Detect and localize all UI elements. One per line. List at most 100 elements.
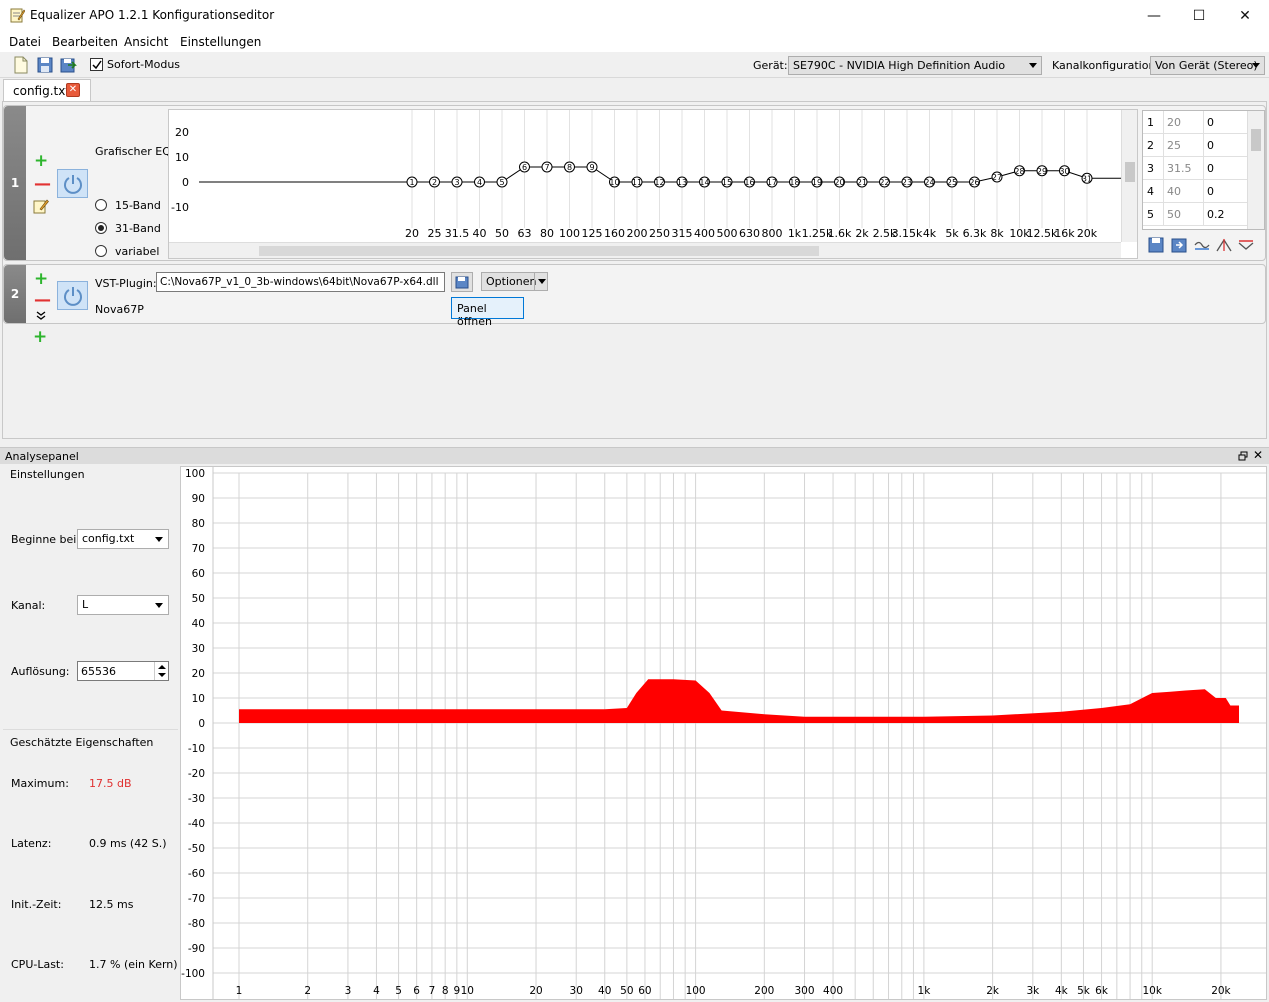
spin-up-icon[interactable]: [158, 665, 166, 669]
resolution-spinbox[interactable]: 65536: [77, 661, 169, 681]
menu-bearbeiten[interactable]: Bearbeiten: [52, 35, 118, 49]
eq-graph[interactable]: 20 10 0 -10 20 25 31.5 40 50 63 80 100 125 160 200 250 3…: [168, 109, 1138, 259]
edit-icon[interactable]: [33, 198, 49, 214]
chart-x-tick-label: 1k: [918, 985, 932, 997]
menu-einstellungen[interactable]: Einstellungen: [180, 35, 261, 49]
band-frequency[interactable]: 31.5: [1167, 162, 1192, 175]
eq-y-tick-label: 10: [175, 151, 189, 164]
band-frequency[interactable]: 50: [1167, 208, 1181, 221]
init-value: 12.5 ms: [89, 898, 134, 911]
remove-filter-icon[interactable]: —: [34, 292, 51, 309]
power-toggle[interactable]: [57, 281, 88, 310]
band-table-row[interactable]: 4 40 0: [1143, 180, 1247, 203]
chart-y-tick-label: 80: [192, 518, 205, 530]
eq-freq-label: 25: [428, 227, 442, 240]
eq-freq-label: 400: [694, 227, 715, 240]
tab-config[interactable]: config.txt ✕: [3, 79, 91, 102]
eq-band-number: 20: [834, 178, 844, 187]
chart-y-tick-label: 50: [192, 593, 205, 605]
channel-select[interactable]: L: [77, 595, 169, 615]
radio-31-band[interactable]: [95, 222, 107, 234]
band-table[interactable]: 1 20 0 2 25 0 3 31.5 0 4 40 0 5 50 0.2: [1142, 110, 1265, 230]
device-select[interactable]: SE790C - NVIDIA High Definition Audio: [788, 56, 1042, 75]
maximize-button[interactable]: ☐: [1176, 0, 1222, 31]
menu-datei[interactable]: Datei: [9, 35, 41, 49]
close-button[interactable]: ✕: [1222, 0, 1268, 31]
eq-vertical-scrollbar[interactable]: [1121, 110, 1137, 242]
chart-x-tick-label: 10: [461, 985, 474, 997]
band-table-scrollbar[interactable]: [1247, 111, 1264, 229]
resolution-label: Auflösung:: [11, 665, 70, 678]
chart-x-tick-label: 4k: [1055, 985, 1069, 997]
chart-x-tick-label: 300: [795, 985, 815, 997]
band-gain[interactable]: 0.2: [1207, 208, 1225, 221]
eq-horizontal-scrollbar[interactable]: [169, 242, 1121, 258]
chart-y-tick-label: -10: [188, 743, 205, 755]
radio-15-band[interactable]: [95, 199, 107, 211]
options-button[interactable]: Optionen: [481, 272, 548, 291]
band-table-row[interactable]: 3 31.5 0: [1143, 157, 1247, 180]
eq-freq-label: 630: [739, 227, 760, 240]
scrollbar-thumb[interactable]: [1125, 162, 1135, 182]
radio-variabel[interactable]: [95, 245, 107, 257]
band-frequency[interactable]: 40: [1167, 185, 1181, 198]
new-file-icon[interactable]: [12, 56, 30, 74]
invert-icon[interactable]: [1238, 237, 1254, 253]
vst-plugin-label: VST-Plugin:: [95, 277, 157, 290]
save-icon[interactable]: [36, 56, 54, 74]
chart-y-tick-label: -70: [188, 893, 205, 905]
chart-y-tick-label: 0: [198, 718, 205, 730]
open-panel-button[interactable]: Panel öffnen: [451, 297, 524, 328]
band-table-row[interactable]: 2 25 0: [1143, 134, 1247, 157]
import-icon[interactable]: [1171, 237, 1187, 253]
add-filter-icon[interactable]: +: [33, 329, 47, 346]
eq-band-number: 5: [499, 178, 504, 187]
close-panel-icon[interactable]: ✕: [1253, 448, 1263, 462]
band-frequency[interactable]: 20: [1167, 116, 1181, 129]
instant-mode-checkbox[interactable]: [90, 58, 103, 71]
expand-down-icon[interactable]: [36, 311, 46, 321]
filter-index[interactable]: 2: [4, 265, 26, 323]
vst-path-input[interactable]: C:\Nova67P_v1_0_3b-windows\64bit\Nova67P…: [156, 272, 445, 292]
flatten-icon[interactable]: [1194, 237, 1210, 253]
scrollbar-thumb[interactable]: [1251, 129, 1261, 151]
chevron-down-icon[interactable]: [538, 279, 546, 284]
save-as-icon[interactable]: [59, 56, 77, 74]
band-gain[interactable]: 0: [1207, 139, 1214, 152]
browse-button[interactable]: [451, 272, 473, 292]
analysis-chart-canvas[interactable]: 1009080706050403020100-10-20-30-40-50-60…: [181, 467, 1266, 999]
spin-buttons[interactable]: [154, 662, 168, 680]
spin-down-icon[interactable]: [158, 673, 166, 677]
minimize-button[interactable]: —: [1131, 0, 1177, 31]
band-frequency[interactable]: 25: [1167, 139, 1181, 152]
analysis-chart[interactable]: 100 90 80 70 60 50 40 30 20 10 0 -10 -20 -30 -40 -50 -60…: [180, 466, 1267, 1000]
undock-icon[interactable]: [1238, 451, 1248, 461]
start-select[interactable]: config.txt: [77, 529, 169, 549]
eq-freq-label: 20: [405, 227, 419, 240]
power-toggle[interactable]: [57, 169, 88, 198]
filter-index[interactable]: 1: [4, 106, 26, 260]
eq-freq-label: 4k: [923, 227, 937, 240]
band-gain[interactable]: 0: [1207, 185, 1214, 198]
channel-config-select[interactable]: Von Gerät (Stereo): [1150, 56, 1265, 75]
chart-y-tick-label: 30: [192, 643, 205, 655]
close-tab-icon[interactable]: ✕: [66, 83, 80, 97]
remove-filter-icon[interactable]: —: [34, 176, 51, 193]
eq-graph-canvas[interactable]: 20100-1020 25 31.5 40 50 63 80 100 125 160 200 250 3…: [169, 110, 1137, 258]
band-table-row[interactable]: 1 20 0: [1143, 111, 1247, 134]
radio-variabel-label: variabel: [115, 245, 160, 258]
normalize-icon[interactable]: [1216, 237, 1232, 253]
add-filter-icon[interactable]: +: [34, 271, 48, 288]
band-gain[interactable]: 0: [1207, 162, 1214, 175]
chart-x-tick-label: 5: [395, 985, 402, 997]
eq-band-number: 4: [477, 178, 482, 187]
band-table-row[interactable]: 5 50 0.2: [1143, 203, 1247, 226]
band-gain[interactable]: 0: [1207, 116, 1214, 129]
chart-y-tick-label: 100: [185, 468, 205, 480]
add-filter-icon[interactable]: +: [34, 153, 48, 170]
save-icon[interactable]: [1148, 237, 1164, 253]
cpu-value: 1.7 % (ein Kern): [89, 958, 178, 971]
chart-x-tick-label: 3: [345, 985, 352, 997]
menu-ansicht[interactable]: Ansicht: [124, 35, 168, 49]
scrollbar-thumb[interactable]: [259, 246, 819, 256]
